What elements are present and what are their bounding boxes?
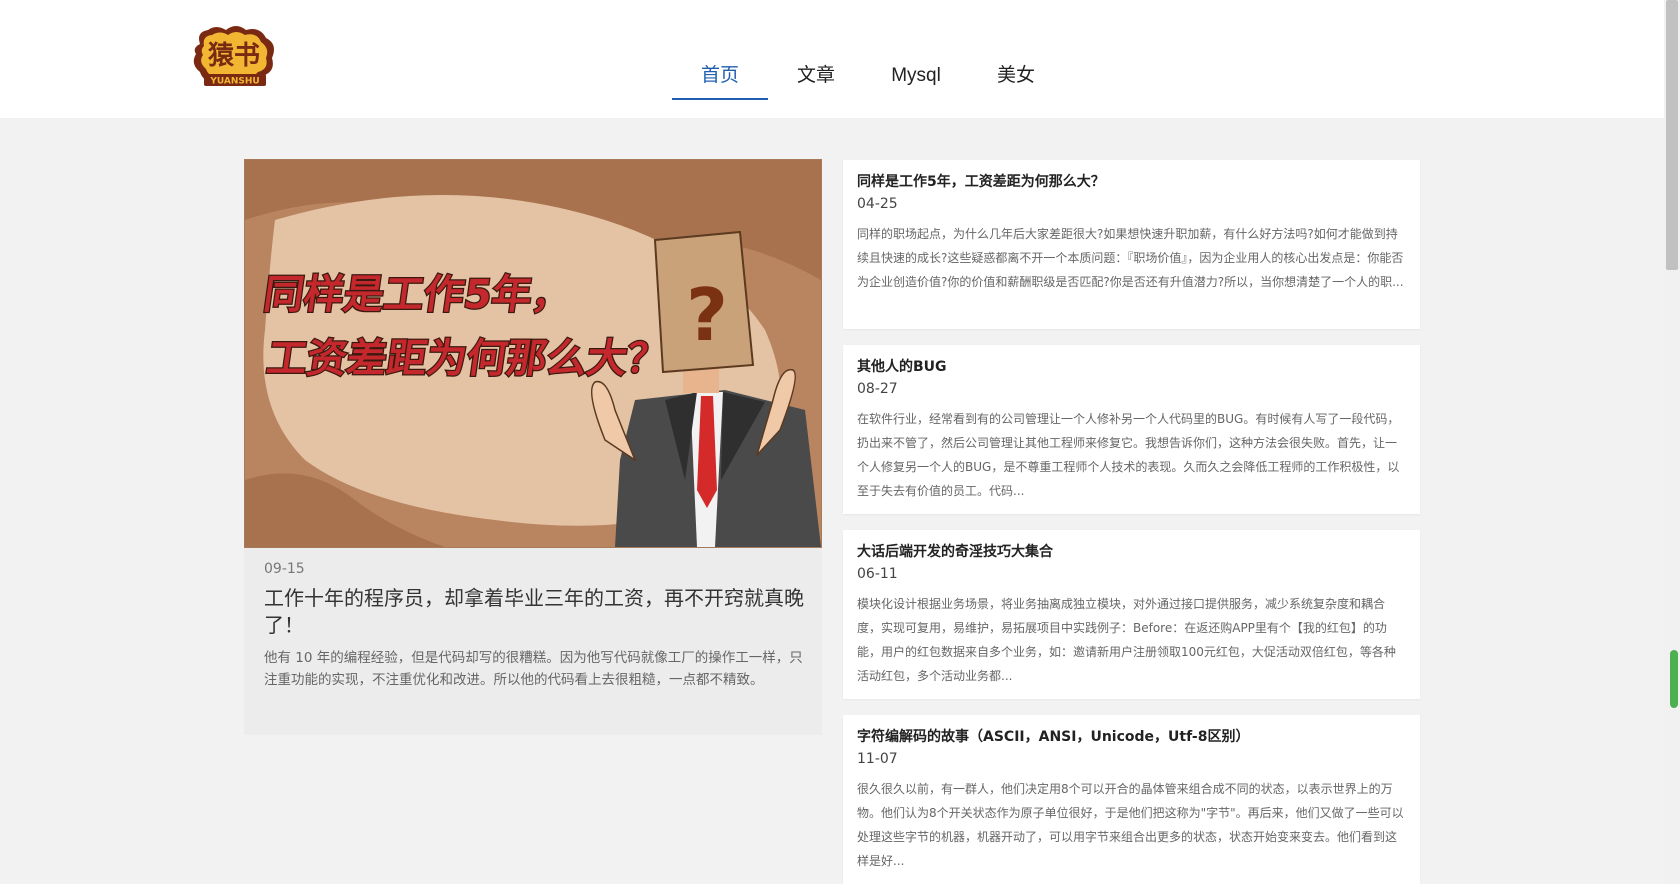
article-summary: 在软件行业，经常看到有的公司管理让一个人修补另一个人代码里的BUG。有时候有人写… [857,412,1400,498]
page-scrollbar[interactable] [1664,0,1680,884]
article-summary: 同样的职场起点，为什么几年后大家差距很大?如果想快速升职加薪，有什么好方法吗?如… [857,227,1404,289]
nav-item-mysql[interactable]: Mysql [864,58,968,100]
nav-item-articles[interactable]: 文章 [768,58,864,100]
article-date: 11-07 [857,751,898,767]
main-nav: 首页 文章 Mysql 美女 [672,58,1064,100]
article-card[interactable]: 大话后端开发的奇淫技巧大集合 06-11 模块化设计根据业务场景，将业务抽离成独… [843,530,1420,699]
scrollbar-thumb[interactable] [1666,0,1678,270]
yuanshu-logo-icon: 猿书 YUANSHU [193,26,274,87]
site-header: 猿书 YUANSHU 首页 文章 Mysql 美女 [0,0,1680,118]
side-widget[interactable] [1670,650,1678,708]
featured-image[interactable]: 同样是工作5年， 工资差距为何那么大？ ? [244,159,822,548]
nav-item-home[interactable]: 首页 [672,58,768,100]
site-logo[interactable]: 猿书 YUANSHU [190,24,278,88]
article-title[interactable]: 字符编解码的故事（ASCII，ANSI，Unicode，Utf-8区别） [857,726,1249,746]
svg-text:工资差距为何那么大？: 工资差距为何那么大？ [264,336,670,382]
svg-text:YUANSHU: YUANSHU [209,77,259,87]
svg-text:同样是工作5年，: 同样是工作5年， [261,272,575,318]
featured-illustration: 同样是工作5年， 工资差距为何那么大？ ? [245,160,821,547]
article-card[interactable]: 字符编解码的故事（ASCII，ANSI，Unicode，Utf-8区别） 11-… [843,715,1420,884]
featured-date: 09-15 [264,561,305,577]
article-date: 08-27 [857,381,898,397]
featured-summary: 他有 10 年的编程经验，但是代码却写的很糟糕。因为他写代码就像工厂的操作工一样… [264,650,803,688]
featured-title[interactable]: 工作十年的程序员，却拿着毕业三年的工资，再不开窍就真晚了！ [264,585,804,639]
article-title[interactable]: 同样是工作5年，工资差距为何那么大？ [857,171,1105,191]
article-summary: 很久很久以前，有一群人，他们决定用8个可以开合的晶体管来组合成不同的状态，以表示… [857,782,1404,868]
featured-article[interactable]: 同样是工作5年， 工资差距为何那么大？ ? 09-15 工作十年的程序员，却拿着… [244,159,822,735]
article-title[interactable]: 大话后端开发的奇淫技巧大集合 [857,541,1053,561]
article-date: 06-11 [857,566,898,582]
article-summary: 模块化设计根据业务场景，将业务抽离成独立模块，对外通过接口提供服务，减少系统复杂… [857,597,1396,683]
svg-text:猿书: 猿书 [207,41,260,71]
article-card[interactable]: 其他人的BUG 08-27 在软件行业，经常看到有的公司管理让一个人修补另一个人… [843,345,1420,514]
nav-item-beauty[interactable]: 美女 [968,58,1064,100]
svg-text:?: ? [686,273,728,357]
article-card[interactable]: 同样是工作5年，工资差距为何那么大？ 04-25 同样的职场起点，为什么几年后大… [843,160,1420,329]
article-title[interactable]: 其他人的BUG [857,356,947,376]
article-date: 04-25 [857,196,898,212]
